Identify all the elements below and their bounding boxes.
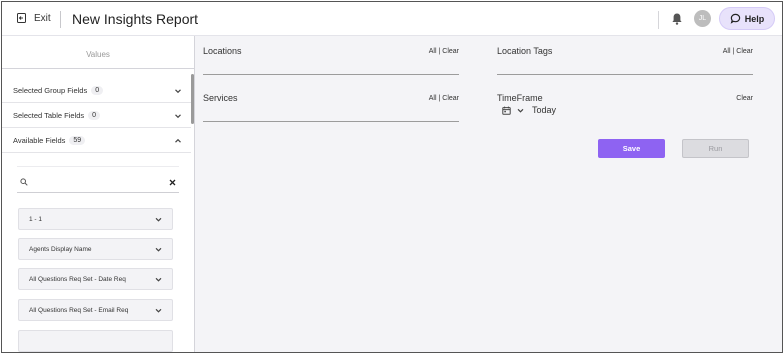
header-divider bbox=[60, 11, 61, 28]
filter-label: TimeFrame bbox=[497, 93, 543, 103]
sidebar: Values Selected Group Fields 0 Selected … bbox=[2, 36, 195, 352]
timeframe-selector[interactable]: Today bbox=[502, 105, 556, 115]
filter-links: All | Clear bbox=[429, 48, 459, 55]
link-separator: | bbox=[438, 48, 441, 55]
bell-icon[interactable] bbox=[670, 12, 684, 26]
section-selected-table-fields[interactable]: Selected Table Fields 0 bbox=[2, 103, 191, 128]
chat-bubble-icon bbox=[730, 13, 740, 24]
filter-links: Clear bbox=[736, 95, 753, 102]
section-label: Selected Table Fields bbox=[13, 110, 85, 120]
filter-links: All | Clear bbox=[429, 95, 459, 102]
filter-locations: Locations All | Clear bbox=[203, 46, 459, 76]
search-icon bbox=[20, 178, 28, 186]
chevron-down-icon bbox=[155, 277, 162, 282]
sidebar-scrollbar[interactable] bbox=[191, 74, 194, 124]
help-button[interactable]: Help bbox=[719, 7, 775, 30]
field-label: Agents Display Name bbox=[29, 245, 92, 253]
filter-location-tags: Location Tags All | Clear bbox=[497, 46, 753, 76]
save-button[interactable]: Save bbox=[598, 139, 665, 158]
values-label: Values bbox=[86, 50, 110, 59]
count-badge: 59 bbox=[69, 135, 86, 145]
chevron-down-icon bbox=[155, 308, 162, 313]
chevron-up-icon bbox=[175, 138, 181, 143]
exit-icon bbox=[17, 13, 26, 23]
divider bbox=[17, 166, 179, 167]
section-label: Available Fields bbox=[13, 135, 66, 145]
count-badge: 0 bbox=[88, 110, 101, 120]
values-header: Values bbox=[2, 36, 194, 69]
all-link[interactable]: All bbox=[429, 95, 437, 102]
header-divider-right bbox=[658, 11, 659, 29]
field-item[interactable]: All Questions Req Set - Email Req bbox=[18, 299, 173, 321]
filter-links: All | Clear bbox=[723, 48, 753, 55]
clear-link[interactable]: Clear bbox=[442, 48, 459, 55]
main-panel: Locations All | Clear Location Tags All … bbox=[195, 36, 782, 352]
filter-label: Services bbox=[203, 93, 238, 103]
chevron-down-icon bbox=[155, 217, 162, 222]
calendar-icon bbox=[502, 106, 511, 115]
top-header: Exit New Insights Report JL Help bbox=[2, 2, 782, 36]
section-label: Selected Group Fields bbox=[13, 85, 88, 95]
field-item[interactable]: All Questions Req Set - Date Req bbox=[18, 268, 173, 290]
chevron-down-icon[interactable] bbox=[517, 107, 524, 114]
run-button[interactable]: Run bbox=[682, 139, 749, 158]
chevron-down-icon bbox=[175, 89, 181, 94]
help-label: Help bbox=[744, 13, 765, 24]
clear-link[interactable]: Clear bbox=[736, 95, 753, 102]
search-input[interactable] bbox=[33, 176, 163, 190]
section-available-fields[interactable]: Available Fields 59 bbox=[2, 128, 191, 153]
run-label: Run bbox=[708, 144, 723, 153]
location-tags-field-line[interactable] bbox=[497, 74, 753, 75]
section-selected-group-fields[interactable]: Selected Group Fields 0 bbox=[2, 78, 191, 103]
link-separator: | bbox=[438, 95, 441, 102]
count-badge: 0 bbox=[91, 85, 104, 95]
save-label: Save bbox=[622, 144, 641, 153]
exit-label: Exit bbox=[34, 12, 51, 24]
filter-services: Services All | Clear bbox=[203, 93, 459, 123]
chevron-down-icon bbox=[155, 247, 162, 252]
clear-link[interactable]: Clear bbox=[442, 95, 459, 102]
timeframe-value: Today bbox=[532, 105, 557, 115]
field-label: 1 - 1 bbox=[29, 215, 43, 223]
field-label: All Questions Req Set - Date Req bbox=[29, 275, 126, 283]
locations-field-line[interactable] bbox=[203, 74, 459, 75]
app-window: Exit New Insights Report JL Help Values … bbox=[1, 1, 783, 353]
field-search bbox=[17, 173, 179, 193]
field-item[interactable]: Agents Display Name bbox=[18, 238, 173, 260]
services-field-line[interactable] bbox=[203, 121, 459, 122]
field-item[interactable]: 1 - 1 bbox=[18, 208, 173, 230]
link-separator: | bbox=[732, 48, 735, 55]
avatar-initials: JL bbox=[698, 15, 707, 22]
avatar[interactable]: JL bbox=[694, 10, 711, 27]
all-link[interactable]: All bbox=[429, 48, 437, 55]
filter-label: Locations bbox=[203, 46, 242, 56]
page-title: New Insights Report bbox=[72, 11, 199, 27]
all-link[interactable]: All bbox=[723, 48, 731, 55]
field-item-partial[interactable] bbox=[18, 330, 173, 352]
chevron-down-icon bbox=[175, 114, 181, 119]
close-icon[interactable] bbox=[169, 179, 176, 186]
field-label: All Questions Req Set - Email Req bbox=[29, 306, 129, 314]
exit-button[interactable]: Exit bbox=[16, 12, 51, 24]
clear-link[interactable]: Clear bbox=[736, 48, 753, 55]
filter-label: Location Tags bbox=[497, 46, 553, 56]
